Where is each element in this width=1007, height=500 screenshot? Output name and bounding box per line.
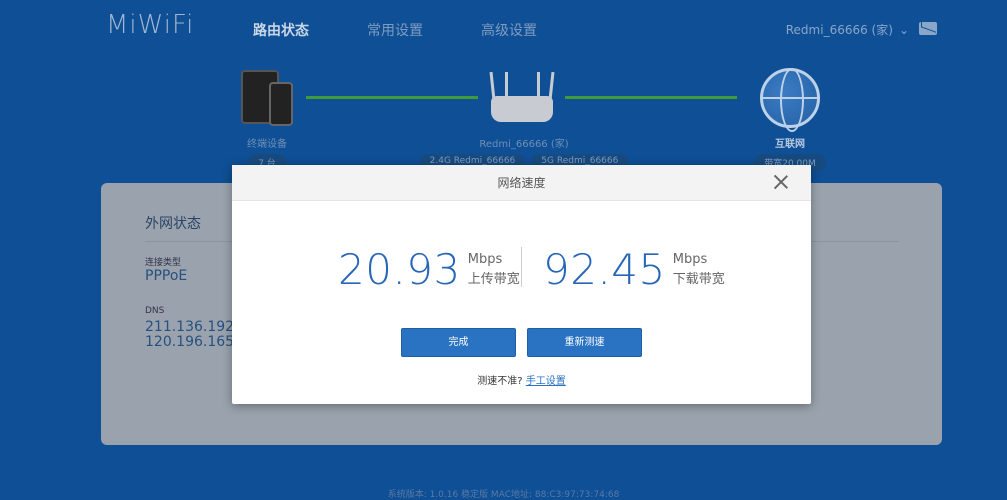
user-name: Redmi_66666 (家) [785, 23, 893, 37]
download-unit: Mbps [672, 251, 708, 267]
main-nav: 路由状态 常用设置 高级设置 [253, 20, 537, 40]
globe-icon [760, 68, 820, 132]
panel-title: 外网状态 [145, 216, 201, 232]
conn-type-label: 连接类型 [145, 258, 182, 268]
connection-line [565, 96, 737, 99]
speed-test-dialog: 网络速度 20.93 Mbps 上传带宽 92.45 Mbps 下载带宽 完成 … [232, 165, 811, 404]
download-value: 92.45 [543, 245, 666, 294]
retest-button[interactable]: 重新测速 [527, 328, 642, 357]
connection-line [306, 96, 478, 99]
conn-type-value: PPPoE [145, 268, 188, 284]
download-speed: 92.45 Mbps 下载带宽 [543, 245, 725, 294]
speed-divider [521, 247, 522, 287]
phone-icon [269, 82, 293, 126]
chevron-down-icon: ⌄ [898, 22, 909, 37]
top-bar: MiWiFi 路由状态 常用设置 高级设置 Redmi_66666 (家) ⌄ [0, 0, 1007, 58]
client-label: 终端设备 [247, 139, 287, 150]
nav-router-status[interactable]: 路由状态 [253, 20, 309, 40]
mail-icon[interactable] [919, 22, 937, 35]
router-info[interactable]: Redmi_66666 (家) 2.4G Redmi_66666 5G Redm… [412, 135, 636, 168]
dialog-header: 网络速度 [232, 165, 811, 201]
router-icon [491, 96, 553, 122]
dns-label: DNS [145, 306, 165, 316]
dialog-title: 网络速度 [497, 176, 546, 190]
done-button[interactable]: 完成 [401, 328, 516, 357]
upload-value: 20.93 [338, 245, 461, 294]
upload-label: 上传带宽 [467, 271, 520, 287]
help-text: 测速不准? [477, 376, 523, 387]
logo: MiWiFi [106, 10, 195, 40]
upload-speed: 20.93 Mbps 上传带宽 [338, 245, 520, 294]
download-label: 下载带宽 [672, 271, 725, 287]
footer: 系统版本: 1.0.16 稳定版 MAC地址: 88:C3:97:73:74:6… [387, 490, 620, 500]
router-name: Redmi_66666 (家) [479, 139, 569, 150]
close-icon[interactable] [773, 174, 789, 190]
nav-advanced-settings[interactable]: 高级设置 [481, 20, 537, 40]
nav-common-settings[interactable]: 常用设置 [367, 20, 423, 40]
user-menu[interactable]: Redmi_66666 (家) ⌄ [786, 21, 909, 38]
manual-settings-link[interactable]: 手工设置 [526, 376, 566, 387]
upload-unit: Mbps [467, 251, 503, 267]
help-line: 测速不准? 手工设置 [232, 372, 811, 387]
internet-label: 互联网 [775, 139, 805, 150]
